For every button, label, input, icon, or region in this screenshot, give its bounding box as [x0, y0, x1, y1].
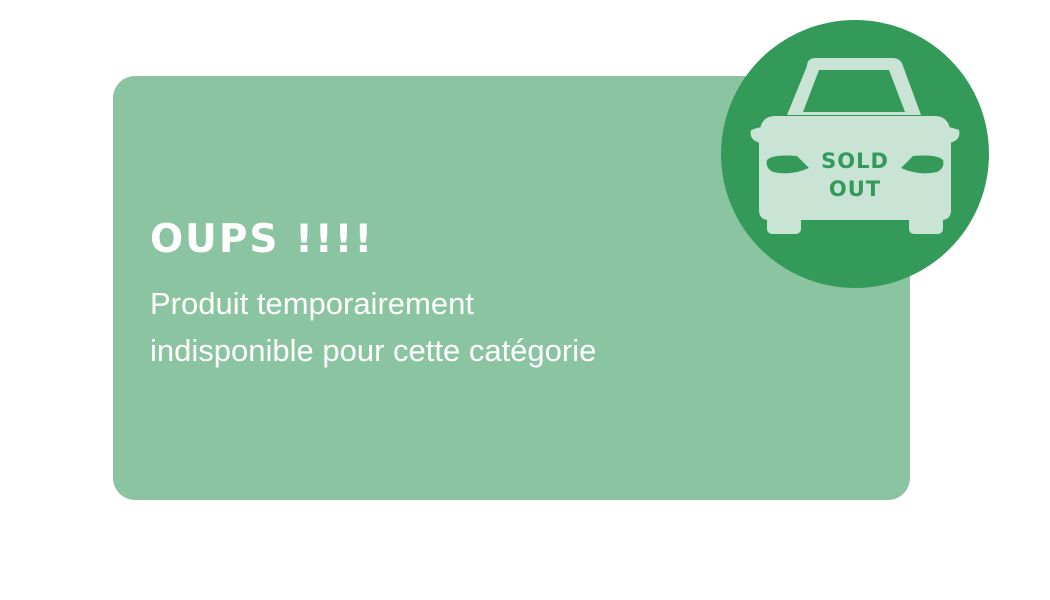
sold-out-badge: SOLD OUT — [721, 20, 989, 288]
message-line-2: indisponible pour cette catégorie — [150, 333, 597, 368]
sold-label: SOLD — [821, 149, 889, 173]
heading: OUPS !!!! — [150, 217, 375, 262]
message-line-1: Produit temporairement — [150, 286, 474, 321]
sold-out-badge-graphic: SOLD OUT — [721, 20, 989, 288]
unavailable-message: Produit temporairement indisponible pour… — [150, 280, 596, 374]
page: OUPS !!!! Produit temporairement indispo… — [0, 0, 1050, 600]
windshield — [803, 70, 905, 112]
out-label: OUT — [829, 177, 881, 201]
